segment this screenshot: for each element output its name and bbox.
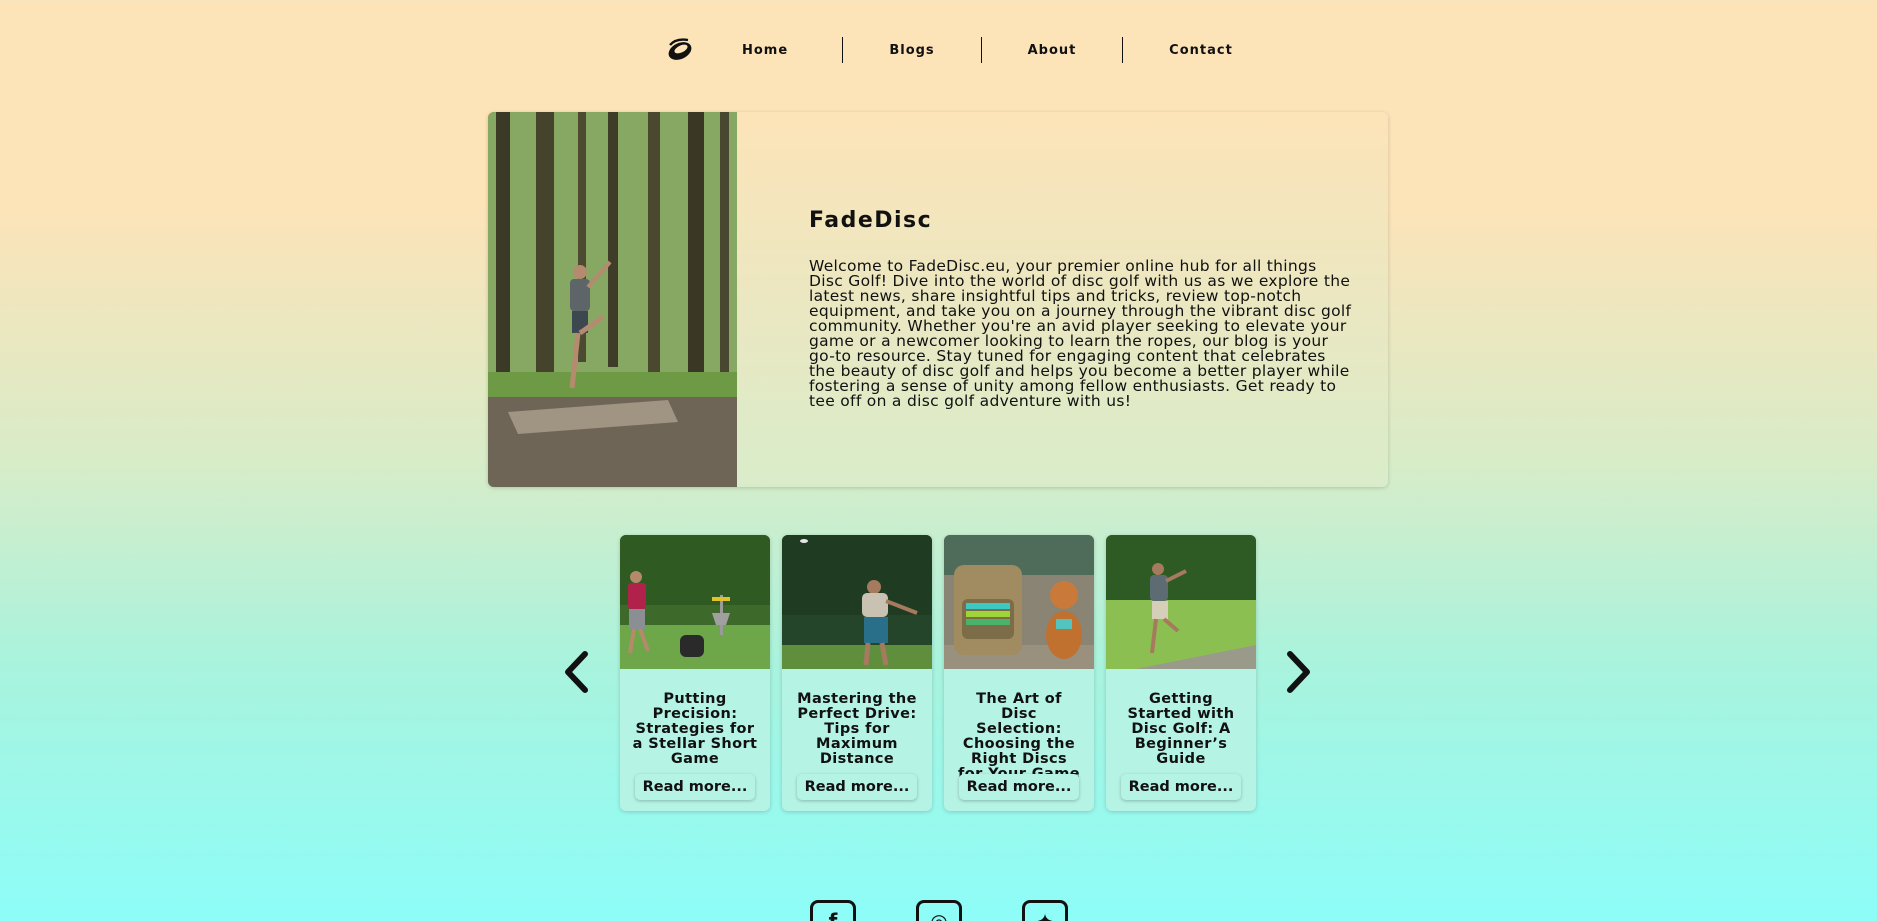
carousel-prev-button[interactable] bbox=[559, 648, 593, 696]
blog-card[interactable]: Mastering the Perfect Drive: Tips for Ma… bbox=[782, 535, 932, 811]
hero-description: Welcome to FadeDisc.eu, your premier onl… bbox=[809, 257, 1352, 410]
nav-about-link[interactable]: About bbox=[982, 43, 1122, 58]
social-links: f ◎ ✦ bbox=[810, 900, 1068, 921]
blog-card[interactable]: The Art of Disc Selection: Choosing the … bbox=[944, 535, 1094, 811]
twitter-icon[interactable]: ✦ bbox=[1022, 900, 1068, 921]
blog-card-image-drive bbox=[782, 535, 932, 669]
main-nav: Home Blogs About Contact bbox=[664, 34, 1279, 66]
read-more-button[interactable]: Read more... bbox=[634, 774, 756, 800]
blog-card-image-beginner bbox=[1106, 535, 1256, 669]
blog-card-title: The Art of Disc Selection: Choosing the … bbox=[958, 691, 1080, 782]
blog-card[interactable]: Getting Started with Disc Golf: A Beginn… bbox=[1106, 535, 1256, 811]
blog-card[interactable]: Putting Precision: Strategies for a Stel… bbox=[620, 535, 770, 811]
nav-home-link[interactable]: Home bbox=[742, 43, 818, 58]
instagram-icon[interactable]: ◎ bbox=[916, 900, 962, 921]
blog-card-title: Mastering the Perfect Drive: Tips for Ma… bbox=[797, 691, 917, 767]
nav-contact-link[interactable]: Contact bbox=[1123, 43, 1279, 58]
blog-carousel: Putting Precision: Strategies for a Stel… bbox=[620, 535, 1256, 811]
nav-blogs-link[interactable]: Blogs bbox=[843, 43, 981, 58]
chevron-right-icon bbox=[1287, 651, 1310, 693]
chevron-left-icon bbox=[565, 651, 588, 693]
blog-card-title: Getting Started with Disc Golf: A Beginn… bbox=[1127, 691, 1235, 767]
blog-card-image-disc-bag-dog bbox=[944, 535, 1094, 669]
read-more-button[interactable]: Read more... bbox=[1120, 774, 1242, 800]
carousel-next-button[interactable] bbox=[1282, 648, 1316, 696]
facebook-icon[interactable]: f bbox=[810, 900, 856, 921]
read-more-button[interactable]: Read more... bbox=[796, 774, 918, 800]
read-more-button[interactable]: Read more... bbox=[958, 774, 1080, 800]
hero-card: FadeDisc Welcome to FadeDisc.eu, your pr… bbox=[488, 112, 1388, 487]
hero-title: FadeDisc bbox=[809, 208, 933, 233]
hero-text-block: FadeDisc Welcome to FadeDisc.eu, your pr… bbox=[737, 112, 1388, 487]
hero-photo-forest-thrower bbox=[488, 112, 737, 487]
fadedisc-logo-icon[interactable] bbox=[664, 34, 696, 66]
blog-card-image-putting bbox=[620, 535, 770, 669]
blog-card-title: Putting Precision: Strategies for a Stel… bbox=[632, 691, 758, 767]
